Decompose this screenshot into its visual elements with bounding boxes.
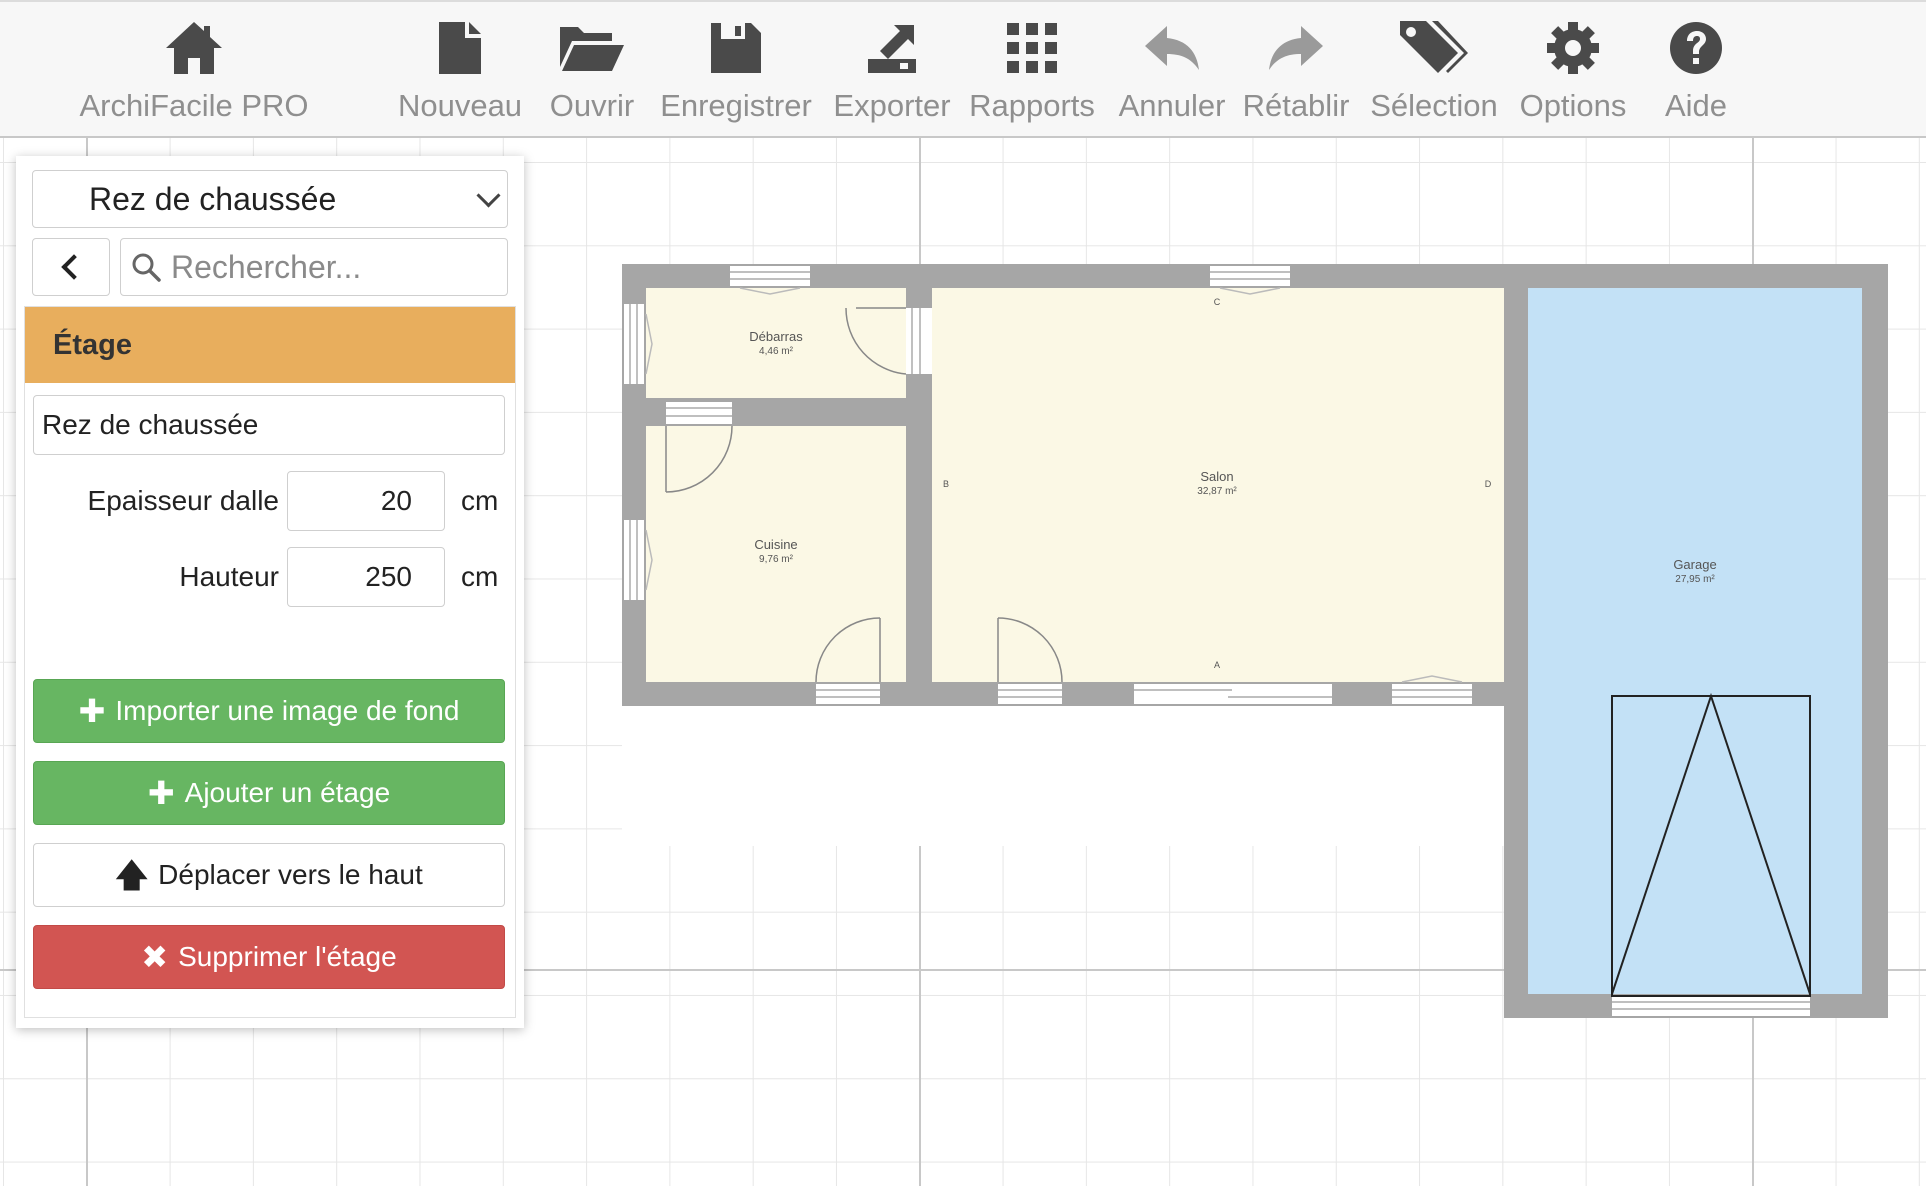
toolbar-new-button[interactable]: Nouveau — [392, 2, 528, 138]
level-name-input[interactable] — [33, 395, 505, 455]
chevron-down-icon — [476, 182, 501, 208]
section-title: Étage — [53, 328, 132, 361]
toolbar-label: Aide — [1664, 88, 1728, 123]
wall-marker: C — [1214, 297, 1221, 307]
search-box[interactable] — [120, 238, 508, 296]
toolbar-selection-button[interactable]: Sélection — [1366, 2, 1502, 138]
arrow-up-icon: 🡅 — [115, 857, 149, 893]
toolbar-label: Rapports — [969, 88, 1095, 123]
toolbar-label: Enregistrer — [660, 88, 812, 123]
close-icon: ✖ — [141, 939, 169, 975]
help-icon — [1670, 22, 1722, 74]
save-icon — [711, 23, 761, 73]
toolbar-reports-button[interactable]: Rapports — [966, 2, 1098, 138]
room-area: 32,87 m² — [1197, 486, 1237, 497]
toolbar-label: ArchiFacile PRO — [79, 88, 309, 123]
toolbar-undo-button[interactable]: Annuler — [1110, 2, 1234, 138]
plus-icon: ✚ — [78, 693, 106, 729]
toolbar-options-button[interactable]: Options — [1512, 2, 1634, 138]
search-icon — [132, 253, 161, 282]
toolbar-export-button[interactable]: Exporter — [828, 2, 956, 138]
export-icon — [868, 25, 916, 73]
sliding-window[interactable] — [1134, 684, 1332, 704]
height-unit: cm — [461, 561, 499, 592]
section-header: Étage — [25, 307, 515, 383]
room-label: Salon — [1200, 469, 1233, 484]
slab-unit: cm — [461, 485, 499, 516]
grid-icon — [1007, 23, 1057, 73]
level-panel: Rez de chaussée Étage Epaisseur dalle cm… — [16, 156, 524, 1028]
search-input[interactable] — [169, 247, 493, 287]
gear-icon — [1547, 22, 1599, 74]
move-up-label: Déplacer vers le haut — [158, 859, 423, 890]
height-input[interactable] — [287, 547, 445, 607]
room-label: Garage — [1673, 557, 1716, 572]
wall-marker: B — [943, 479, 949, 489]
back-button[interactable] — [32, 238, 110, 296]
undo-icon — [1145, 26, 1199, 70]
toolbar-label: Annuler — [1118, 88, 1226, 123]
height-row: Hauteur cm — [25, 547, 517, 607]
import-background-button[interactable]: ✚ Importer une image de fond — [33, 679, 505, 743]
plus-icon: ✚ — [147, 775, 175, 811]
add-level-label: Ajouter un étage — [184, 777, 391, 808]
toolbar-open-button[interactable]: Ouvrir — [540, 2, 644, 138]
slab-row: Epaisseur dalle cm — [25, 471, 517, 531]
toolbar-label: Nouveau — [397, 88, 523, 123]
toolbar-save-button[interactable]: Enregistrer — [656, 2, 816, 138]
tags-icon — [1400, 21, 1468, 73]
room-label: Débarras — [749, 329, 803, 344]
redo-icon — [1269, 26, 1323, 70]
move-up-button[interactable]: 🡅 Déplacer vers le haut — [33, 843, 505, 907]
import-background-label: Importer une image de fond — [115, 695, 460, 726]
add-level-button[interactable]: ✚ Ajouter un étage — [33, 761, 505, 825]
delete-level-button[interactable]: ✖ Supprimer l'étage — [33, 925, 505, 989]
toolbar-label: Rétablir — [1242, 88, 1350, 123]
height-label: Hauteur — [179, 561, 279, 592]
room-area: 27,95 m² — [1675, 574, 1715, 585]
toolbar: ArchiFacile PRO Nouveau Ouvrir Enregistr… — [0, 0, 1926, 136]
level-select-value: Rez de chaussée — [89, 180, 337, 217]
folder-open-icon — [560, 27, 624, 71]
new-file-icon — [439, 22, 481, 74]
room-area: 4,46 m² — [759, 346, 794, 357]
toolbar-home-button[interactable]: ArchiFacile PRO — [72, 2, 316, 138]
toolbar-label: Exporter — [833, 88, 951, 123]
delete-level-label: Supprimer l'étage — [178, 941, 397, 972]
room-salon[interactable] — [932, 288, 1504, 682]
slab-thickness-input[interactable] — [287, 471, 445, 531]
level-select[interactable]: Rez de chaussée — [32, 170, 508, 228]
toolbar-label: Sélection — [1370, 88, 1498, 123]
chevron-left-icon — [61, 254, 87, 280]
toolbar-label: Options — [1519, 88, 1627, 123]
wall-marker: D — [1485, 479, 1492, 489]
room-label: Cuisine — [754, 537, 797, 552]
slab-label: Epaisseur dalle — [87, 485, 279, 516]
wall-marker: A — [1214, 660, 1220, 670]
room-area: 9,76 m² — [759, 554, 794, 565]
toolbar-help-button[interactable]: Aide — [1652, 2, 1740, 138]
home-icon — [166, 22, 222, 74]
room-garage[interactable] — [1528, 288, 1862, 994]
level-section: Étage Epaisseur dalle cm Hauteur cm ✚ Im… — [24, 306, 516, 1018]
toolbar-label: Ouvrir — [549, 88, 635, 123]
toolbar-redo-button[interactable]: Rétablir — [1240, 2, 1352, 138]
